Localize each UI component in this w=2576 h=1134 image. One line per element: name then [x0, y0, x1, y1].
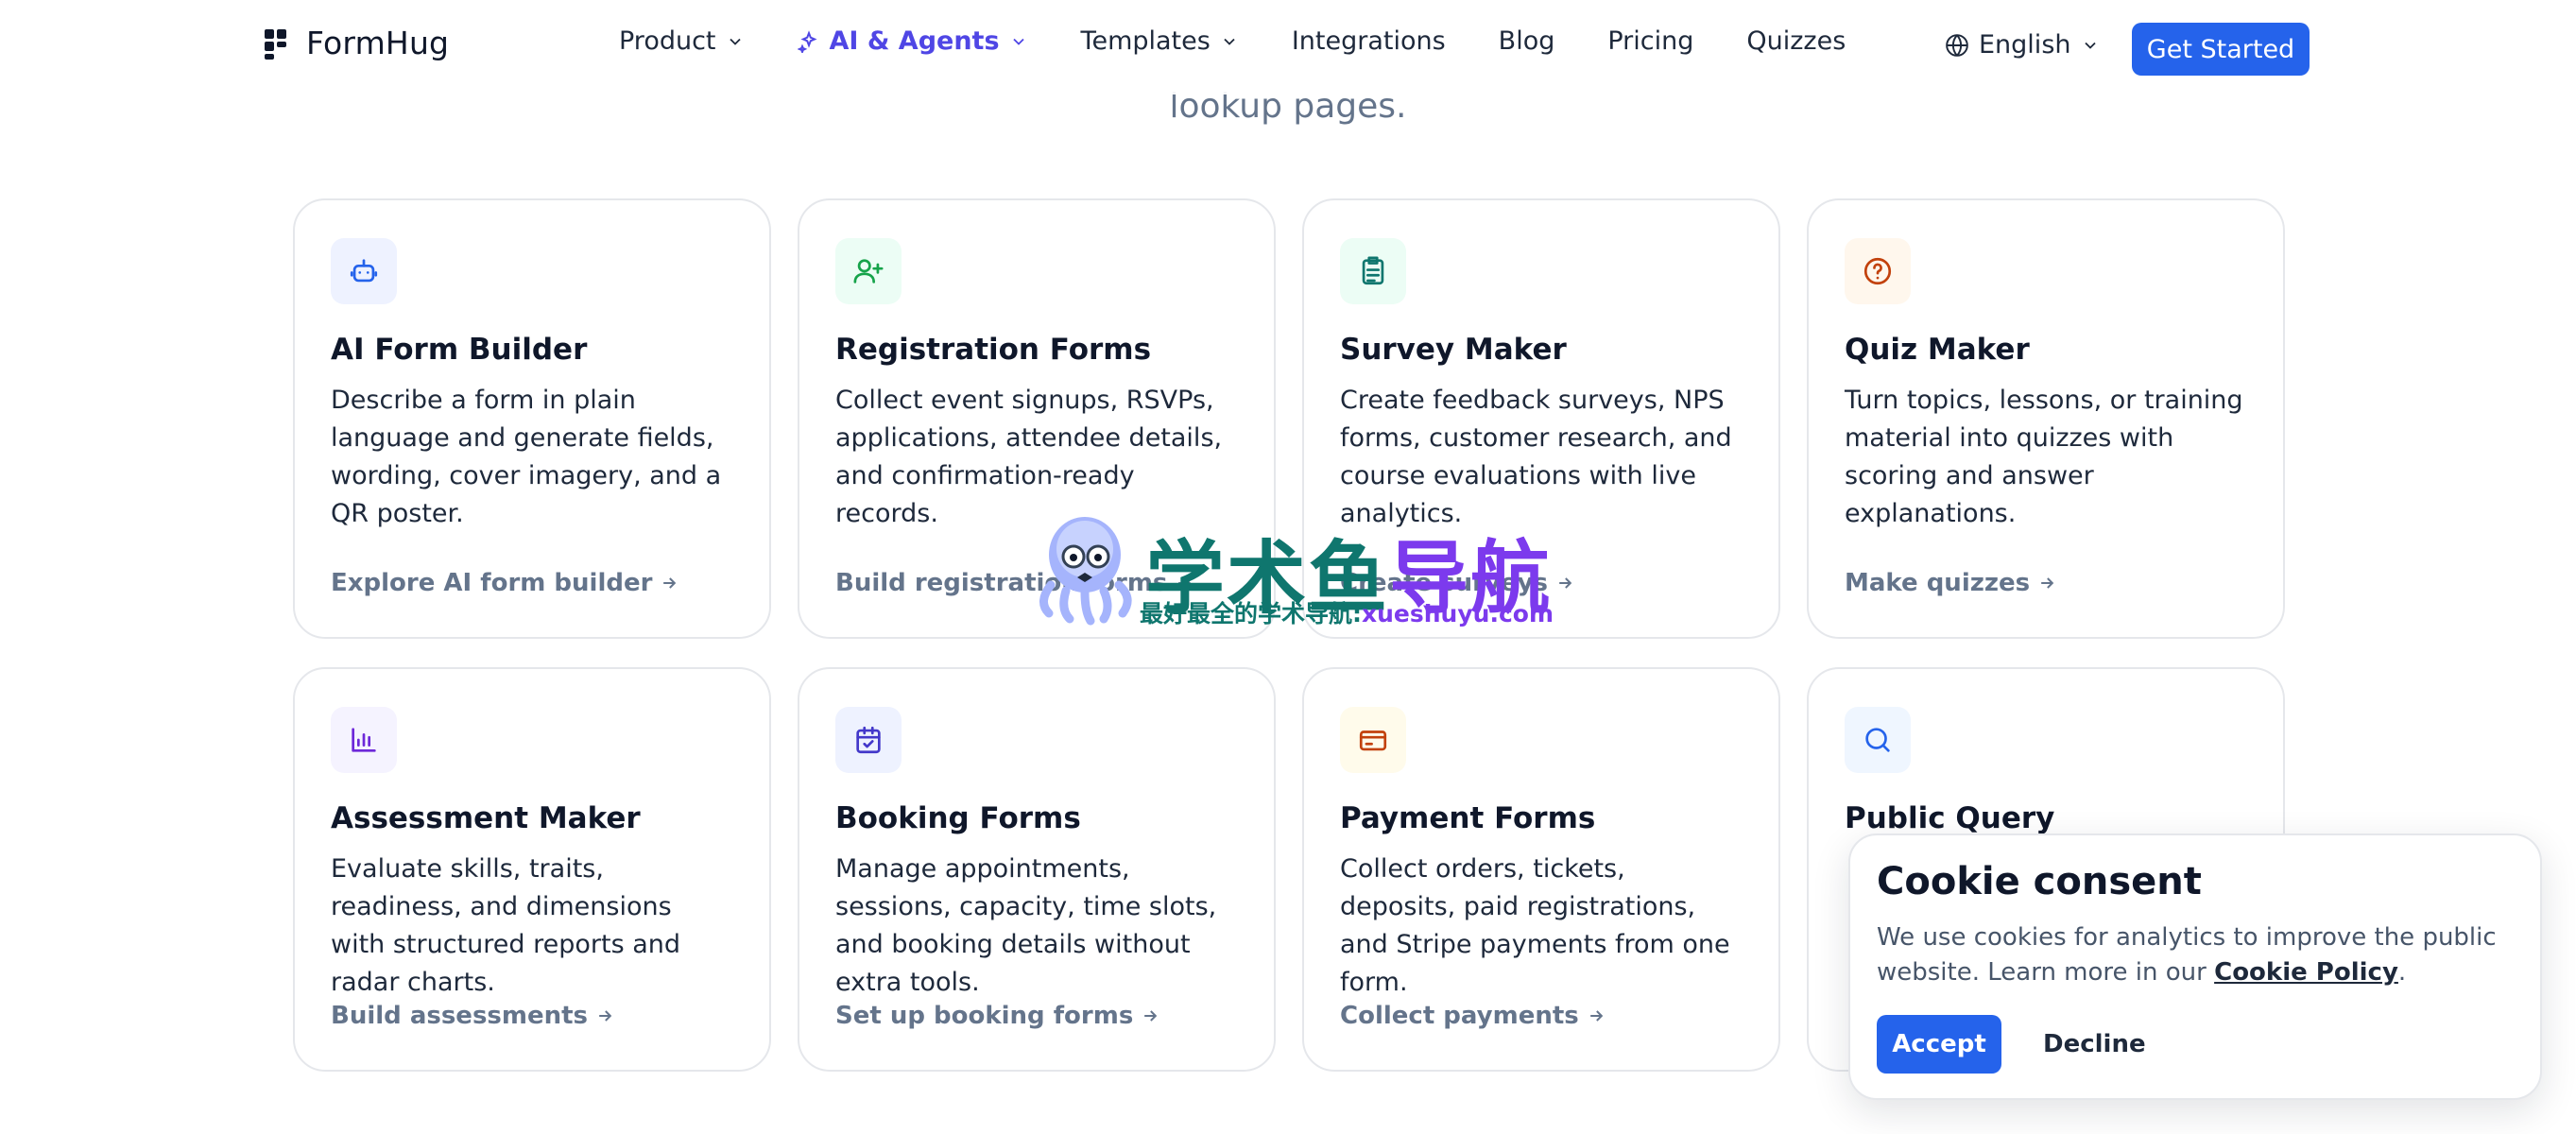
feature-link[interactable]: Build assessments: [331, 1002, 614, 1030]
nav-label: Product: [619, 26, 716, 56]
feature-title: Registration Forms: [835, 333, 1152, 367]
nav-item-templates[interactable]: Templates: [1081, 26, 1239, 56]
clipboard-icon: [1362, 256, 1384, 285]
arrow-right-icon: [2041, 577, 2054, 589]
watermark-overlay: 学术鱼导航 最好最全的学术导航:xueshuyu.com: [1028, 506, 1557, 628]
arrow-right-icon: [663, 577, 677, 589]
feature-title: Booking Forms: [835, 801, 1081, 835]
nav-label: Pricing: [1607, 26, 1694, 56]
feature-title: AI Form Builder: [331, 333, 588, 367]
feature-icon-box: [1845, 238, 1911, 304]
nav-item-pricing[interactable]: Pricing: [1607, 26, 1693, 56]
cookie-text: We use cookies for analytics to improve …: [1877, 923, 2497, 987]
language-selector[interactable]: English: [1945, 30, 2100, 60]
chevron-down-icon: [1224, 38, 1235, 45]
chevron-down-icon: [1012, 38, 1024, 45]
nav-item-integrations[interactable]: Integrations: [1292, 26, 1446, 56]
feature-description: Turn topics, lessons, or training materi…: [1845, 386, 2243, 528]
feature-link[interactable]: Make quizzes: [1845, 569, 2056, 597]
sparkles-icon: [797, 29, 817, 53]
chevron-down-icon: [729, 38, 741, 45]
nav-label: Blog: [1498, 26, 1555, 56]
brand-logo[interactable]: FormHug: [265, 25, 449, 61]
feature-link[interactable]: Collect payments: [1340, 1002, 1606, 1030]
nav-item-product[interactable]: Product: [619, 26, 745, 56]
feature-card[interactable]: Quiz Maker Turn topics, lessons, or train…: [1807, 198, 2285, 639]
credit-card-icon: [1359, 730, 1387, 751]
language-label: English: [1979, 30, 2071, 60]
calendar-check-icon: [856, 726, 881, 754]
decline-button[interactable]: Decline: [2043, 1030, 2146, 1058]
nav-label: AI & Agents: [829, 26, 1000, 56]
arrow-right-icon: [1144, 1010, 1158, 1022]
question-circle-icon: [1863, 257, 1892, 285]
nav-label: Quizzes: [1746, 26, 1846, 56]
feature-icon-box: [1845, 707, 1911, 773]
formhug-logo-icon: [265, 28, 293, 60]
feature-link[interactable]: Explore AI form builder: [331, 569, 678, 597]
feature-icon-box: [1340, 707, 1406, 773]
feature-card[interactable]: Assessment Maker Evaluate skills, traits,…: [293, 667, 771, 1072]
feature-icon-box: [331, 238, 397, 304]
feature-description: Manage appointments, sessions, capacity,…: [835, 854, 1217, 997]
feature-description: Evaluate skills, traits, readiness, and …: [331, 854, 681, 997]
nav-item-blog[interactable]: Blog: [1499, 26, 1555, 56]
feature-icon-box: [331, 707, 397, 773]
feature-icon-box: [835, 238, 902, 304]
watermark-subtitle: 最好最全的学术导航:xueshuyu.com: [1140, 600, 1554, 627]
feature-card[interactable]: AI Form Builder Describe a form in plain …: [293, 198, 771, 639]
main-nav: Product AI & Agents Templates Integrations B…: [619, 26, 1898, 56]
cookie-actions: Accept Decline: [1877, 1015, 2146, 1074]
arrow-right-icon: [1589, 1010, 1603, 1022]
cookie-title: Cookie consent: [1877, 860, 2202, 903]
cookie-consent-dialog: Cookie consent We use cookies for analyt…: [1848, 833, 2542, 1100]
feature-title: Public Query: [1845, 801, 2055, 835]
site-header: FormHug Product AI & Agents Templates Integ…: [0, 0, 2576, 94]
nav-item-quizzes[interactable]: Quizzes: [1746, 26, 1846, 56]
cookie-policy-link[interactable]: Cookie Policy: [2214, 958, 2398, 987]
search-icon: [1865, 728, 1890, 752]
octopus-mascot-icon: [1039, 517, 1132, 626]
feature-icon-box: [835, 707, 902, 773]
feature-title: Quiz Maker: [1845, 333, 2030, 367]
feature-link[interactable]: Set up booking forms: [835, 1002, 1159, 1030]
feature-icon-box: [1340, 238, 1406, 304]
feature-description: Collect orders, tickets, deposits, paid …: [1340, 854, 1730, 997]
feature-description: Describe a form in plain language and ge…: [331, 386, 722, 528]
brand-name: FormHug: [306, 25, 450, 61]
feature-title: Assessment Maker: [331, 801, 641, 835]
nav-label: Integrations: [1291, 26, 1446, 56]
arrow-right-icon: [599, 1010, 612, 1022]
get-started-button[interactable]: Get Started: [2132, 23, 2310, 76]
nav-item-ai-agents[interactable]: AI & Agents: [797, 26, 1028, 56]
user-plus-icon: [853, 259, 884, 284]
robot-icon: [350, 259, 378, 283]
accept-button[interactable]: Accept: [1877, 1015, 2001, 1074]
feature-card[interactable]: Payment Forms Collect orders, tickets, de…: [1302, 667, 1780, 1072]
feature-title: Payment Forms: [1340, 801, 1596, 835]
bar-chart-icon: [352, 728, 376, 752]
arrow-right-icon: [1559, 577, 1572, 589]
feature-card[interactable]: Booking Forms Manage appointments, sessio…: [798, 667, 1276, 1072]
globe-icon: [1946, 33, 1968, 57]
nav-label: Templates: [1080, 26, 1211, 56]
feature-title: Survey Maker: [1340, 333, 1567, 367]
chevron-down-icon: [2084, 42, 2096, 49]
